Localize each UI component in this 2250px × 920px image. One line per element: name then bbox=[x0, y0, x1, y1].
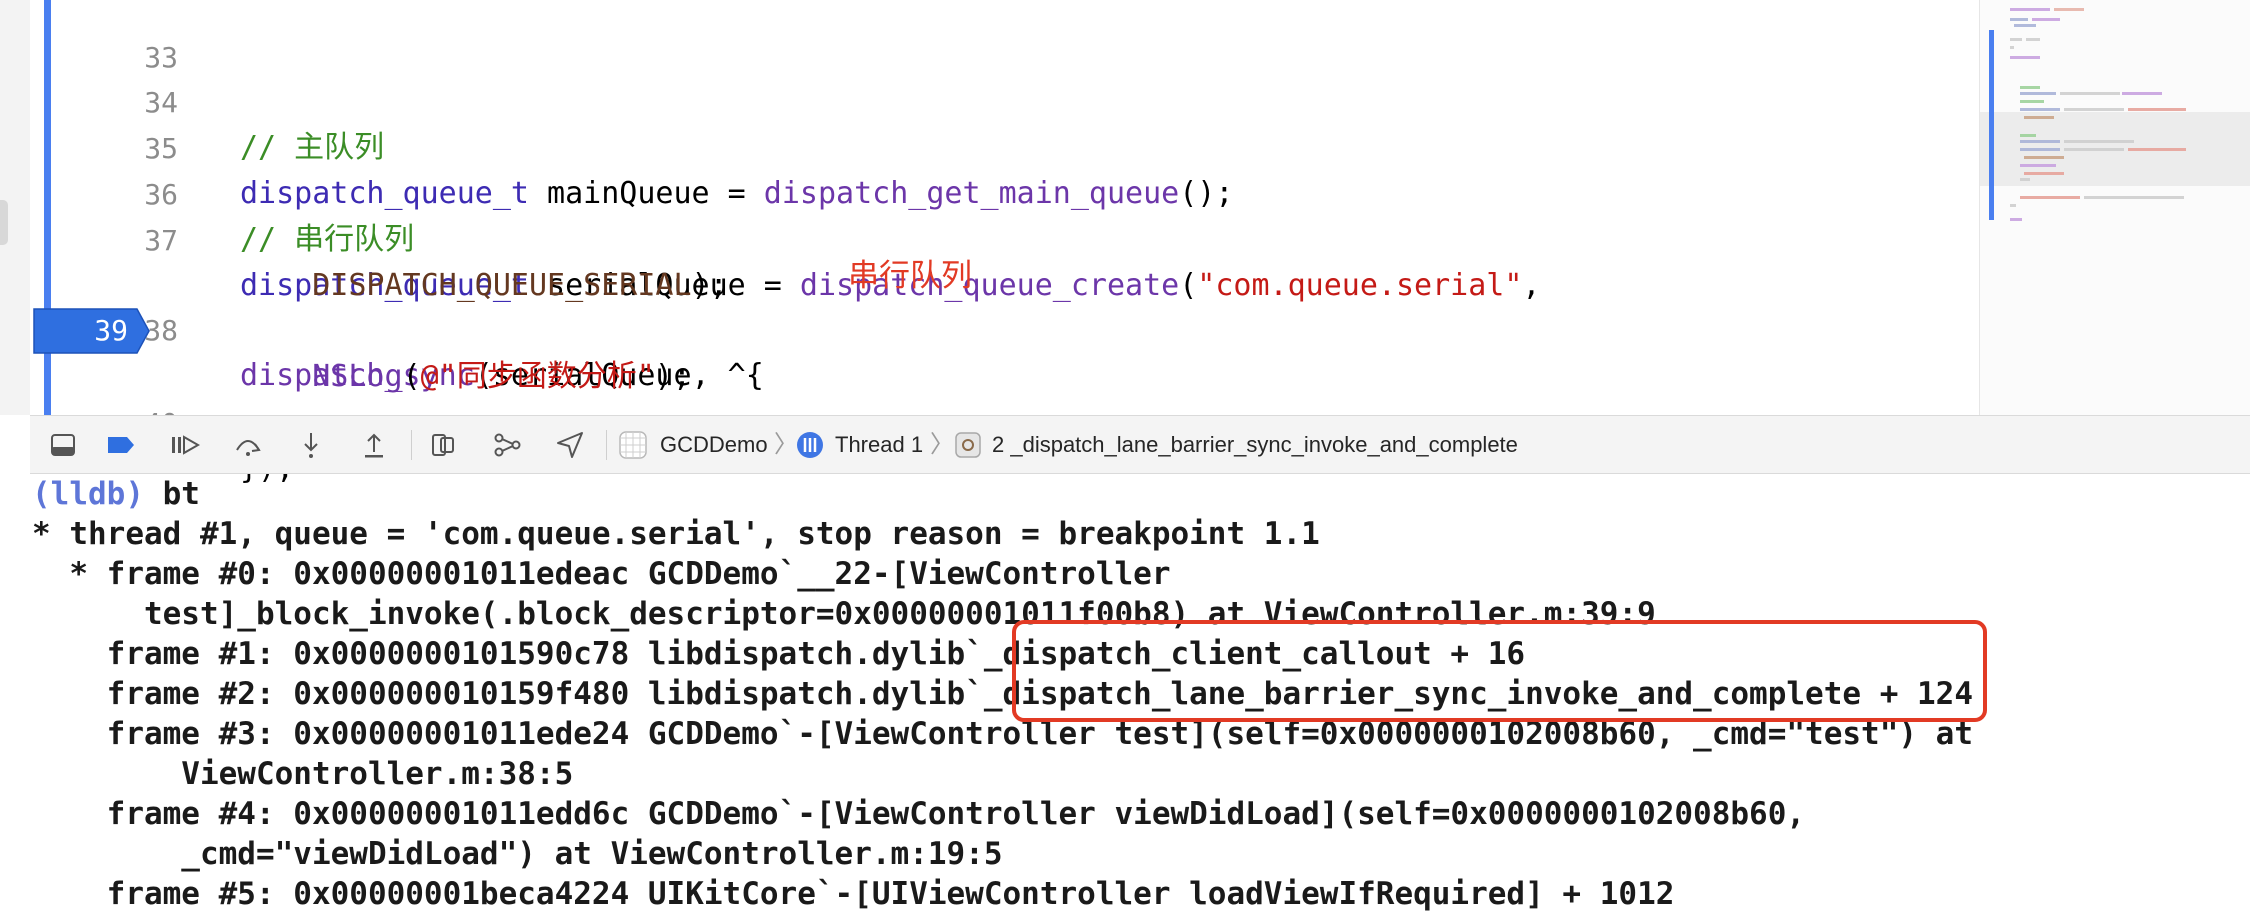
breakpoint-line-number[interactable]: 39 bbox=[48, 307, 128, 355]
location-icon[interactable] bbox=[555, 430, 585, 460]
hide-panel-icon[interactable] bbox=[48, 430, 78, 460]
minimap[interactable] bbox=[1979, 0, 2250, 415]
console-line: * thread #1, queue = 'com.queue.serial',… bbox=[32, 516, 1320, 552]
frame-icon bbox=[955, 432, 981, 458]
code-text: ); bbox=[691, 268, 728, 303]
toolbar-separator bbox=[606, 430, 607, 460]
code-line: 37 dispatch_queue_t serialQueue = dispat… bbox=[52, 173, 1540, 303]
view-hierarchy-icon[interactable] bbox=[428, 430, 458, 460]
lldb-prompt: (lldb) bbox=[32, 476, 144, 512]
step-out-icon[interactable] bbox=[359, 430, 389, 460]
code-comment: // 主队列 bbox=[240, 130, 385, 165]
chevron-right-icon: 〉 bbox=[930, 431, 954, 458]
code-editor[interactable]: 33 34 // 主队列 35 dispatch_queue_t mainQue… bbox=[52, 0, 1979, 486]
code-line: 34 // 主队列 bbox=[52, 35, 384, 165]
code-text: , bbox=[1522, 268, 1541, 303]
console-command: bt bbox=[143, 476, 200, 512]
code-string: "com.queue.serial" bbox=[1197, 268, 1523, 303]
code-line: 35 dispatch_queue_t mainQueue = dispatch… bbox=[52, 81, 1233, 211]
code-type: dispatch_queue_t bbox=[240, 176, 529, 211]
app-icon bbox=[619, 431, 647, 459]
console-line: ViewController.m:38:5 bbox=[32, 756, 574, 792]
code-text: ); bbox=[654, 359, 691, 394]
annotation-label: 串行队列 bbox=[848, 258, 972, 294]
code-comment: // 串行队列 bbox=[240, 222, 415, 257]
breakpoint-toggle-icon[interactable] bbox=[106, 430, 136, 460]
debug-bar: GCDDemo 〉 Thread 1 〉 2 _dispatch_lane_ba… bbox=[30, 415, 2250, 474]
code-line: 36 // 串行队列 bbox=[52, 127, 414, 257]
code-function: dispatch_get_main_queue bbox=[763, 176, 1180, 211]
panel-resize-handle[interactable] bbox=[0, 200, 8, 245]
code-line: 33 bbox=[52, 0, 178, 74]
code-line: 38 dispatch_sync(serialQueue, ^{ bbox=[52, 263, 764, 393]
code-text: mainQueue = bbox=[528, 176, 764, 211]
code-text: ( bbox=[402, 359, 421, 394]
highlight-box bbox=[1012, 620, 1987, 722]
continue-icon[interactable] bbox=[170, 430, 200, 460]
console-line: _cmd="viewDidLoad") at ViewController.m:… bbox=[32, 836, 1003, 872]
thread-icon bbox=[797, 432, 823, 458]
breadcrumb-thread[interactable]: Thread 1 bbox=[835, 430, 923, 460]
code-line-wrapped: DISPATCH_QUEUE_SERIAL); bbox=[52, 218, 727, 303]
code-line: 40 }); bbox=[52, 356, 294, 486]
code-text: ( bbox=[1179, 268, 1198, 303]
console-line: frame #4: 0x00000001011edd6c GCDDemo`-[V… bbox=[32, 796, 1806, 832]
memory-graph-icon[interactable] bbox=[492, 430, 522, 460]
minimap-code-lines bbox=[2010, 8, 2186, 221]
step-into-icon[interactable] bbox=[296, 430, 326, 460]
console-line: (lldb) bt bbox=[32, 474, 200, 514]
console-line: * frame #0: 0x00000001011edeac GCDDemo`_… bbox=[32, 556, 1171, 592]
code-text: (); bbox=[1179, 176, 1234, 211]
code-string: @"同步函数分析" bbox=[420, 359, 655, 394]
code-macro: DISPATCH_QUEUE_SERIAL bbox=[312, 268, 692, 303]
breadcrumb-target[interactable]: GCDDemo bbox=[660, 430, 768, 460]
code-function: NSLog bbox=[312, 359, 403, 394]
console-line: frame #5: 0x00000001beca4224 UIKitCore`-… bbox=[32, 876, 1675, 912]
toolbar-separator bbox=[411, 430, 412, 460]
breadcrumb-frame[interactable]: 2 _dispatch_lane_barrier_sync_invoke_and… bbox=[992, 430, 1518, 460]
step-over-icon[interactable] bbox=[233, 430, 263, 460]
